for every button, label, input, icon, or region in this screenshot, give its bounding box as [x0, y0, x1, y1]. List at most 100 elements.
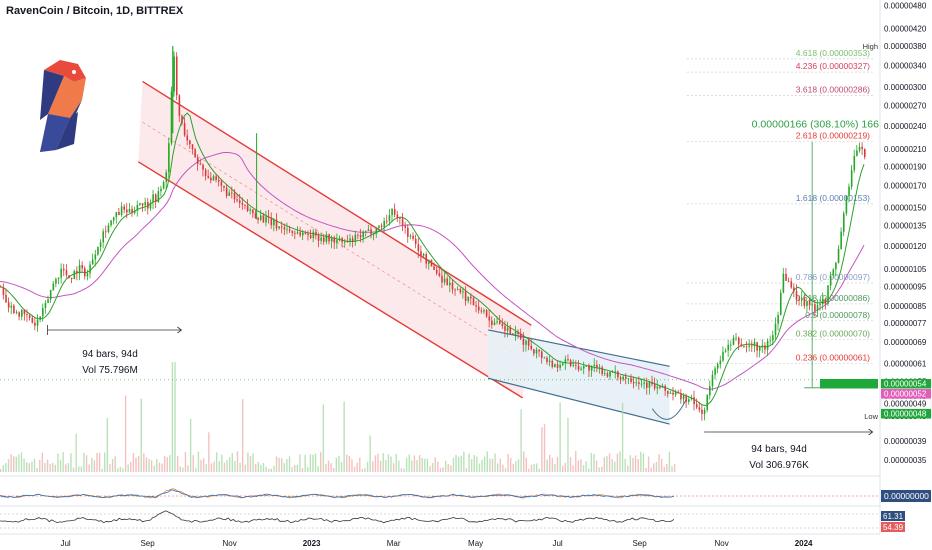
volume-bar	[179, 466, 181, 472]
price-tick-label: 0.00000190	[884, 162, 927, 171]
candle-body	[286, 229, 288, 231]
candle-body	[682, 395, 685, 400]
chart-canvas[interactable]: 4.618 (0.00000353) 4.236 (0.00000327) 3.61…	[0, 0, 932, 550]
candle-body	[81, 265, 84, 269]
price-tick-label: 0.00000170	[884, 182, 927, 191]
candle-body	[378, 225, 380, 228]
volume-bar	[554, 463, 556, 472]
volume-bar	[57, 453, 59, 472]
candle-body	[619, 377, 622, 380]
candle-body	[433, 266, 435, 270]
volume-bar	[140, 398, 142, 472]
candle-body	[774, 323, 777, 336]
candle-body	[446, 278, 449, 286]
time-tick-label: 2023	[303, 539, 321, 548]
candle-body	[493, 322, 496, 325]
candle-body	[178, 95, 181, 116]
candle-body	[722, 351, 724, 361]
candle-body	[412, 235, 414, 239]
volume-bar	[624, 458, 626, 472]
candle-body	[580, 368, 582, 370]
candle-body	[501, 323, 504, 326]
volume-bar	[330, 463, 332, 472]
volume-bar	[132, 453, 135, 472]
candle-body	[107, 225, 110, 232]
candle-body	[737, 337, 740, 345]
volume-bar	[270, 468, 273, 472]
volume-bar	[96, 453, 98, 472]
fib-level-label: 3.618 (0.00000286)	[796, 84, 870, 94]
volume-bar	[161, 463, 163, 472]
candle-body	[730, 344, 732, 346]
candle-body	[625, 376, 627, 379]
candle-body	[212, 176, 215, 181]
volume-bar	[645, 468, 647, 472]
candle-body	[278, 226, 280, 229]
candle-body	[396, 214, 399, 219]
volume-bar	[265, 466, 267, 472]
candle-body	[559, 364, 561, 368]
candle-body	[422, 254, 425, 256]
volume-bar	[130, 461, 132, 472]
high-marker-label: High	[863, 42, 878, 51]
candle-body	[630, 378, 632, 382]
osc2-value-text: 61.31	[883, 512, 904, 521]
volume-bar	[421, 457, 423, 472]
volume-bar	[608, 453, 611, 472]
volume-bar	[465, 468, 468, 472]
candle-body	[52, 283, 55, 290]
volume-bar	[593, 453, 595, 472]
volume-bar	[273, 465, 275, 472]
candle-body	[472, 298, 475, 306]
volume-bar	[655, 461, 658, 472]
volume-bar	[666, 464, 668, 472]
candle-body	[724, 350, 727, 352]
candle-body	[78, 265, 81, 274]
volume-bar	[621, 402, 624, 472]
candle-body	[7, 302, 10, 308]
candle-body	[609, 371, 611, 377]
osc1-value-text: 0.00000000	[884, 491, 929, 501]
candle-body	[606, 373, 609, 377]
volume-bar	[288, 456, 291, 472]
candle-body	[302, 232, 304, 236]
candle-body	[393, 208, 396, 215]
candle-body	[585, 365, 588, 367]
candle-body	[635, 382, 638, 384]
candle-body	[853, 155, 856, 171]
price-tick-label: 0.00000210	[884, 145, 927, 154]
candle-body	[288, 229, 291, 231]
candle-body	[790, 281, 793, 288]
candle-body	[160, 188, 162, 192]
candle-body	[55, 278, 57, 284]
volume-bar	[572, 465, 574, 472]
volume-bar	[72, 467, 75, 472]
candle-body	[162, 182, 165, 189]
candle-body	[806, 300, 808, 306]
candle-body	[496, 321, 498, 323]
volume-bar	[426, 458, 429, 472]
candle-body	[719, 360, 722, 365]
candle-body	[283, 227, 286, 230]
candle-body	[26, 314, 28, 316]
candle-body	[370, 229, 372, 235]
candle-body	[850, 170, 853, 187]
volume-bar	[26, 462, 28, 472]
candle-body	[627, 378, 630, 380]
candle-body	[800, 297, 803, 301]
candle-body	[533, 349, 535, 354]
volume-bar	[70, 453, 72, 472]
candle-body	[294, 232, 296, 234]
candle-body	[711, 374, 714, 387]
price-tick-label: 0.00000105	[884, 265, 927, 274]
volume-bar	[156, 458, 158, 472]
candle-body	[793, 287, 795, 292]
candle-body	[249, 209, 252, 211]
volume-bar	[210, 463, 213, 472]
candle-body	[181, 115, 183, 124]
candle-body	[383, 220, 386, 227]
volume-bar	[189, 418, 192, 472]
candle-body	[664, 385, 667, 391]
candle-body	[561, 363, 564, 365]
candle-body	[632, 381, 635, 384]
